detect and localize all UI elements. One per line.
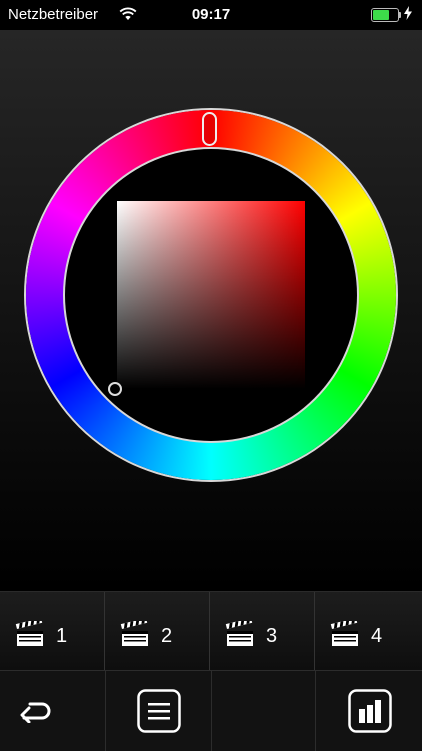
clapperboard-icon: [330, 621, 358, 646]
battery-icon: [371, 8, 401, 22]
scene-button-2[interactable]: 2: [105, 592, 210, 670]
toolbar-empty-slot: [212, 671, 316, 751]
clock: 09:17: [191, 6, 231, 23]
bar-chart-icon: [348, 689, 392, 733]
saturation-brightness-square[interactable]: [117, 201, 305, 389]
scene-label: 1: [56, 625, 68, 647]
bottom-toolbar: [0, 670, 422, 751]
scene-label: 2: [161, 625, 173, 647]
chart-button[interactable]: [316, 671, 422, 751]
saturation-brightness-handle[interactable]: [108, 382, 122, 396]
clapperboard-icon: [15, 621, 43, 646]
clapperboard-icon: [120, 621, 148, 646]
scene-bar: 1 2 3 4: [0, 591, 422, 670]
scene-label: 4: [371, 625, 383, 647]
menu-list-icon: [137, 689, 181, 733]
back-button[interactable]: [0, 671, 106, 751]
scene-button-4[interactable]: 4: [315, 592, 422, 670]
hue-handle[interactable]: [202, 112, 217, 146]
scene-button-3[interactable]: 3: [210, 592, 315, 670]
clapperboard-icon: [225, 621, 253, 646]
scene-button-1[interactable]: 1: [0, 592, 105, 670]
return-arrow-icon: [20, 702, 51, 723]
charging-bolt-icon: [404, 6, 412, 20]
scene-label: 3: [266, 625, 278, 647]
menu-button[interactable]: [106, 671, 212, 751]
status-bar: Netzbetreiber 09:17: [0, 0, 422, 30]
